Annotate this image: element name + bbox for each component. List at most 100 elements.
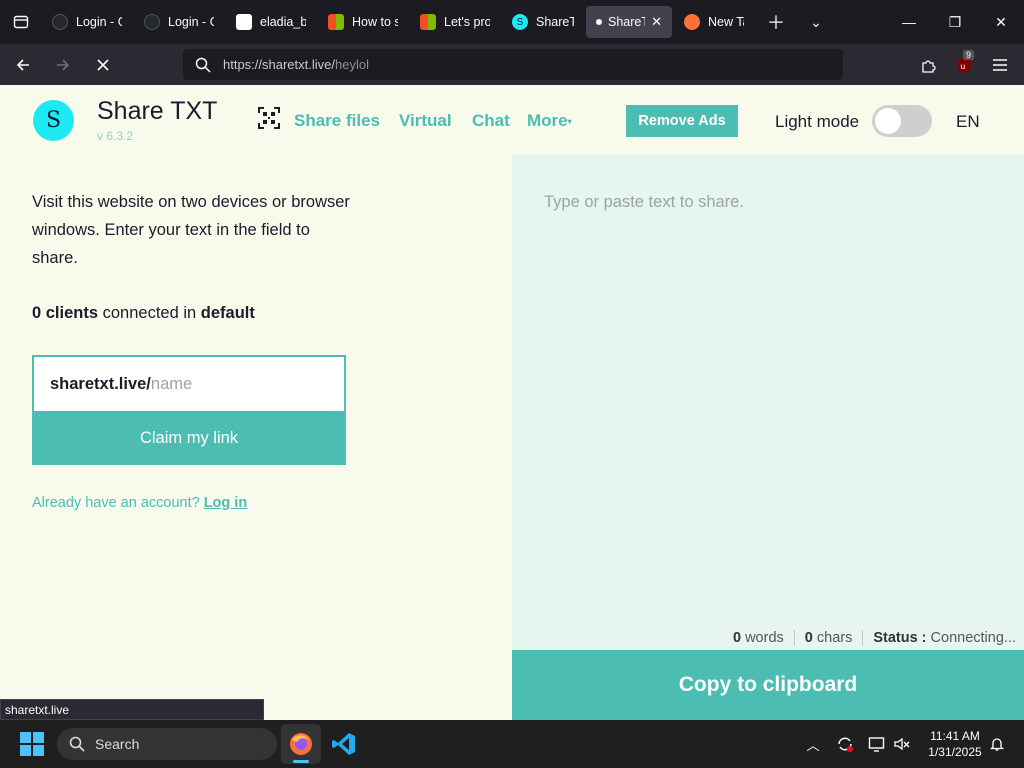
tab-label: eladia_bl <box>260 15 306 29</box>
tab-label: ShareTXT <box>536 15 574 29</box>
active-app-indicator <box>293 760 309 763</box>
close-tab-icon[interactable]: ✕ <box>651 14 662 30</box>
sync-icon <box>838 737 853 752</box>
new-tab-button[interactable]: ＋ <box>756 9 796 35</box>
tab-label: Login - GitHub <box>76 15 122 29</box>
claim-prefix: sharetxt.live/ <box>50 374 151 393</box>
url-bar[interactable]: https://sharetxt.live/heylol <box>183 49 843 80</box>
claim-my-link-button[interactable]: Claim my link <box>32 411 346 465</box>
puzzle-icon <box>922 59 936 73</box>
browser-tab[interactable]: eladia_bl <box>226 6 316 38</box>
sharetxt-logo[interactable]: S <box>33 100 74 141</box>
share-text-area[interactable]: Type or paste text to share. 0 words 0 c… <box>512 155 1024 650</box>
close-window-button[interactable]: ✕ <box>978 0 1024 44</box>
stop-x-icon <box>97 58 109 71</box>
github-icon <box>144 14 160 30</box>
volume-icon[interactable] <box>892 734 912 754</box>
microsoft-icon <box>328 14 344 30</box>
taskbar-vscode[interactable] <box>324 724 364 764</box>
minimize-button[interactable]: — <box>886 0 932 44</box>
back-arrow-icon <box>16 58 29 71</box>
url-prefix: https://sharetxt.live/ <box>223 57 335 72</box>
tab-label: How to s <box>352 15 398 29</box>
hamburger-menu-icon <box>993 58 1007 71</box>
browser-tab[interactable]: Login - GitHub <box>42 6 132 38</box>
intro-text: Visit this website on two devices or bro… <box>32 193 350 267</box>
site-title[interactable]: Share TXT <box>97 97 217 126</box>
browser-tab[interactable]: Login - GitHub <box>134 6 224 38</box>
extension-badge: 9 <box>963 50 975 60</box>
search-icon <box>195 57 211 73</box>
login-link[interactable]: Log in <box>204 495 248 511</box>
sync-status-icon[interactable] <box>835 734 855 754</box>
nav-virtual[interactable]: Virtual <box>399 111 452 131</box>
loading-dot-icon <box>596 19 602 25</box>
github-icon <box>52 14 68 30</box>
firefox-icon <box>290 733 312 755</box>
windows-taskbar: Search ︿ 11:41 AM 1/31/2025 <box>0 720 1024 768</box>
link-status-tooltip: sharetxt.live <box>0 699 264 720</box>
clients-status: 0 clients connected in default <box>32 304 255 323</box>
browser-navigation-bar: https://sharetxt.live/heylol u 9 <box>0 44 1024 85</box>
stop-loading-button[interactable] <box>86 48 120 82</box>
start-button[interactable] <box>20 732 44 756</box>
list-all-tabs-button[interactable]: ⌄ <box>796 14 836 31</box>
restore-button[interactable]: ❐ <box>932 0 978 44</box>
network-icon[interactable] <box>867 734 887 754</box>
qr-code-icon[interactable] <box>258 107 280 129</box>
copy-to-clipboard-button[interactable]: Copy to clipboard <box>512 650 1024 720</box>
nav-more-dropdown[interactable]: More▾ <box>527 111 572 131</box>
nav-share-files[interactable]: Share files <box>294 111 380 131</box>
browser-tab[interactable]: New Tab <box>674 6 754 38</box>
tab-overview-button[interactable] <box>0 0 42 44</box>
clients-mid-text: connected in <box>98 304 201 322</box>
clock-time: 11:41 AM <box>930 729 980 743</box>
ublock-extension-button[interactable]: u 9 <box>947 44 981 85</box>
word-count: 0 words <box>732 630 784 646</box>
speaker-muted-icon <box>894 737 910 751</box>
nav-more-label: More <box>527 111 568 130</box>
light-mode-toggle[interactable] <box>872 105 932 137</box>
browser-tab[interactable]: ShareTXT ✕ <box>586 6 672 38</box>
vscode-icon <box>332 733 355 755</box>
language-selector[interactable]: EN <box>956 112 980 132</box>
toggle-knob <box>875 108 901 134</box>
microsoft-icon <box>420 14 436 30</box>
taskbar-clock[interactable]: 11:41 AM 1/31/2025 <box>922 728 988 760</box>
light-mode-label: Light mode <box>775 112 860 131</box>
taskbar-firefox[interactable] <box>281 724 321 764</box>
tab-overview-icon <box>13 15 29 29</box>
browser-tab[interactable]: Let's prot <box>410 6 500 38</box>
notifications-button[interactable] <box>987 734 1007 754</box>
sharetxt-icon: S <box>512 14 528 30</box>
bell-icon <box>989 738 1005 751</box>
back-button[interactable] <box>6 48 40 82</box>
extensions-button[interactable] <box>912 44 946 85</box>
url-path: heylol <box>335 57 369 72</box>
nav-chat[interactable]: Chat <box>472 111 510 131</box>
caret-down-icon: ▾ <box>567 117 572 127</box>
firefox-icon <box>684 14 700 30</box>
account-question: Already have an account? <box>32 495 204 511</box>
tab-label: Login - GitHub <box>168 15 214 29</box>
claim-name-input[interactable]: sharetxt.live/name <box>34 357 344 411</box>
taskbar-search[interactable]: Search <box>57 728 277 760</box>
doc-icon <box>236 14 252 30</box>
url-text: https://sharetxt.live/heylol <box>223 57 369 72</box>
claim-link-form: sharetxt.live/name Claim my link <box>32 355 346 465</box>
remove-ads-button[interactable]: Remove Ads <box>626 105 738 137</box>
browser-tab-strip: Login - GitHub Login - GitHub eladia_bl How… <box>0 0 1024 44</box>
room-name: default <box>200 304 255 322</box>
app-menu-button[interactable] <box>983 44 1017 85</box>
search-icon <box>69 736 85 752</box>
forward-button[interactable] <box>46 48 80 82</box>
account-prompt: Already have an account? Log in <box>32 495 247 511</box>
browser-tab[interactable]: S ShareTXT <box>502 6 584 38</box>
text-area-placeholder: Type or paste text to share. <box>544 193 744 211</box>
show-hidden-icons-button[interactable]: ︿ <box>803 734 823 754</box>
chevron-up-icon: ︿ <box>806 737 820 753</box>
tab-label: Let's prot <box>444 15 490 29</box>
svg-text:u: u <box>960 62 965 71</box>
clock-date: 1/31/2025 <box>928 745 982 759</box>
browser-tab[interactable]: How to s <box>318 6 408 38</box>
